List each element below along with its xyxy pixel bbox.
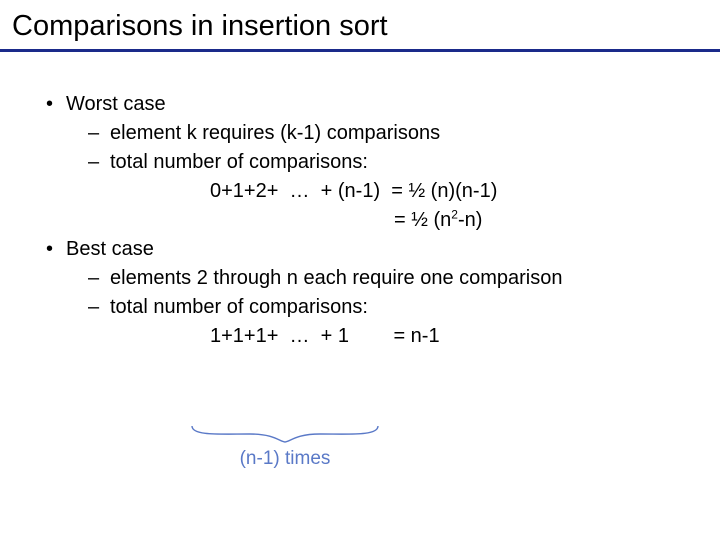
subbullet-text: total number of comparisons: (110, 296, 368, 318)
bullet-best-case: •Best case (46, 235, 720, 264)
equation-worst-2: = ½ (n2-n) (394, 206, 720, 235)
subbullet-text: total number of comparisons: (110, 151, 368, 173)
equation-best-1: 1+1+1+ … + 1 = n-1 (210, 322, 720, 351)
subbullet-best-1: –elements 2 through n each require one c… (88, 264, 720, 293)
bullet-text: Best case (66, 235, 154, 264)
brace-label: (n-1) times (190, 448, 380, 470)
subbullet-text: element k requires (k-1) comparisons (110, 122, 440, 144)
bullet-worst-case: •Worst case (46, 90, 720, 119)
slide-body: •Worst case –element k requires (k-1) co… (0, 52, 720, 351)
brace-annotation: (n-1) times (190, 424, 380, 470)
subbullet-best-2: –total number of comparisons: (88, 293, 720, 322)
subbullet-worst-1: –element k requires (k-1) comparisons (88, 119, 720, 148)
bullet-dot: • (46, 235, 66, 264)
subbullet-worst-2: –total number of comparisons: (88, 148, 720, 177)
bullet-dash: – (88, 293, 110, 322)
equation-worst-1: 0+1+2+ … + (n-1) = ½ (n)(n-1) (210, 177, 720, 206)
bullet-text: Worst case (66, 90, 166, 119)
subbullet-text: elements 2 through n each require one co… (110, 267, 563, 289)
slide-title: Comparisons in insertion sort (0, 0, 720, 49)
curly-brace-icon (190, 424, 380, 444)
bullet-dash: – (88, 148, 110, 177)
bullet-dash: – (88, 119, 110, 148)
bullet-dot: • (46, 90, 66, 119)
bullet-dash: – (88, 264, 110, 293)
